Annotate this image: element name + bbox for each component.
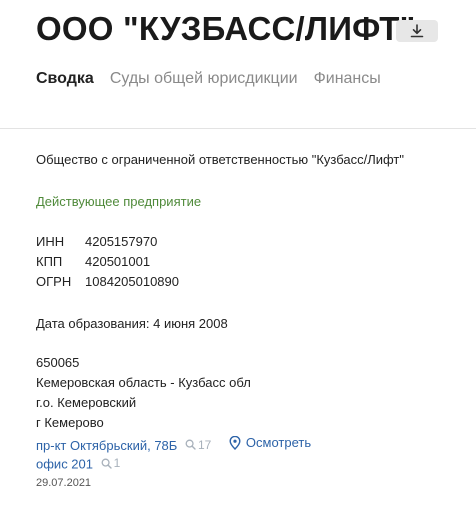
search-icon <box>101 458 112 469</box>
company-full-name: Общество с ограниченной ответственностью… <box>36 152 404 167</box>
ogrn-row: ОГРН 1084205010890 <box>36 272 179 292</box>
tab-finances[interactable]: Финансы <box>314 70 381 88</box>
address-office-row: офис 201 1 <box>36 453 311 473</box>
tab-courts[interactable]: Суды общей юрисдикции <box>110 70 298 88</box>
street-count-value: 17 <box>197 437 212 452</box>
address-region: Кемеровская область - Кузбасс обл <box>36 375 251 390</box>
address-office-link[interactable]: офис 201 <box>36 457 93 472</box>
inn-row: ИНН 4205157970 <box>36 232 179 252</box>
search-icon <box>185 439 196 450</box>
address-city: г Кемерово <box>36 415 104 430</box>
founded-date: Дата образования: 4 июня 2008 <box>36 316 228 331</box>
street-search-count[interactable]: 17 <box>185 435 211 455</box>
office-search-count[interactable]: 1 <box>101 453 121 473</box>
page-header: ООО "КУЗБАСС/ЛИФТ" Сводка Суды общей юри… <box>0 0 476 129</box>
address-street-row: пр-кт Октябрьский, 78Б 17 Осмотреть <box>36 433 311 453</box>
company-identifiers: ИНН 4205157970 КПП 420501001 ОГРН 108420… <box>36 232 179 292</box>
page-title: ООО "КУЗБАСС/ЛИФТ" <box>36 10 416 47</box>
address-street-link[interactable]: пр-кт Октябрьский, 78Б <box>36 438 177 453</box>
tab-bar: Сводка Суды общей юрисдикции Финансы <box>36 70 381 88</box>
ogrn-label: ОГРН <box>36 274 72 289</box>
inn-label: ИНН <box>36 234 65 249</box>
view-location-button[interactable]: Осмотреть <box>229 433 311 453</box>
address-postcode: 650065 <box>36 355 80 370</box>
kpp-label: КПП <box>36 254 63 269</box>
tab-summary[interactable]: Сводка <box>36 70 94 88</box>
view-location-label: Осмотреть <box>245 435 312 450</box>
kpp-value: 420501001 <box>85 254 151 269</box>
inn-value: 4205157970 <box>85 234 158 249</box>
address-district: г.о. Кемеровский <box>36 395 137 410</box>
location-pin-icon <box>229 436 241 450</box>
download-button[interactable] <box>396 20 438 42</box>
address-date: 29.07.2021 <box>36 477 92 489</box>
office-count-value: 1 <box>113 456 121 470</box>
status-badge: Действующее предприятие <box>36 194 202 209</box>
ogrn-value: 1084205010890 <box>85 274 179 289</box>
download-icon <box>410 24 424 38</box>
address-block: 650065 Кемеровская область - Кузбасс обл… <box>36 353 311 491</box>
kpp-row: КПП 420501001 <box>36 252 179 272</box>
